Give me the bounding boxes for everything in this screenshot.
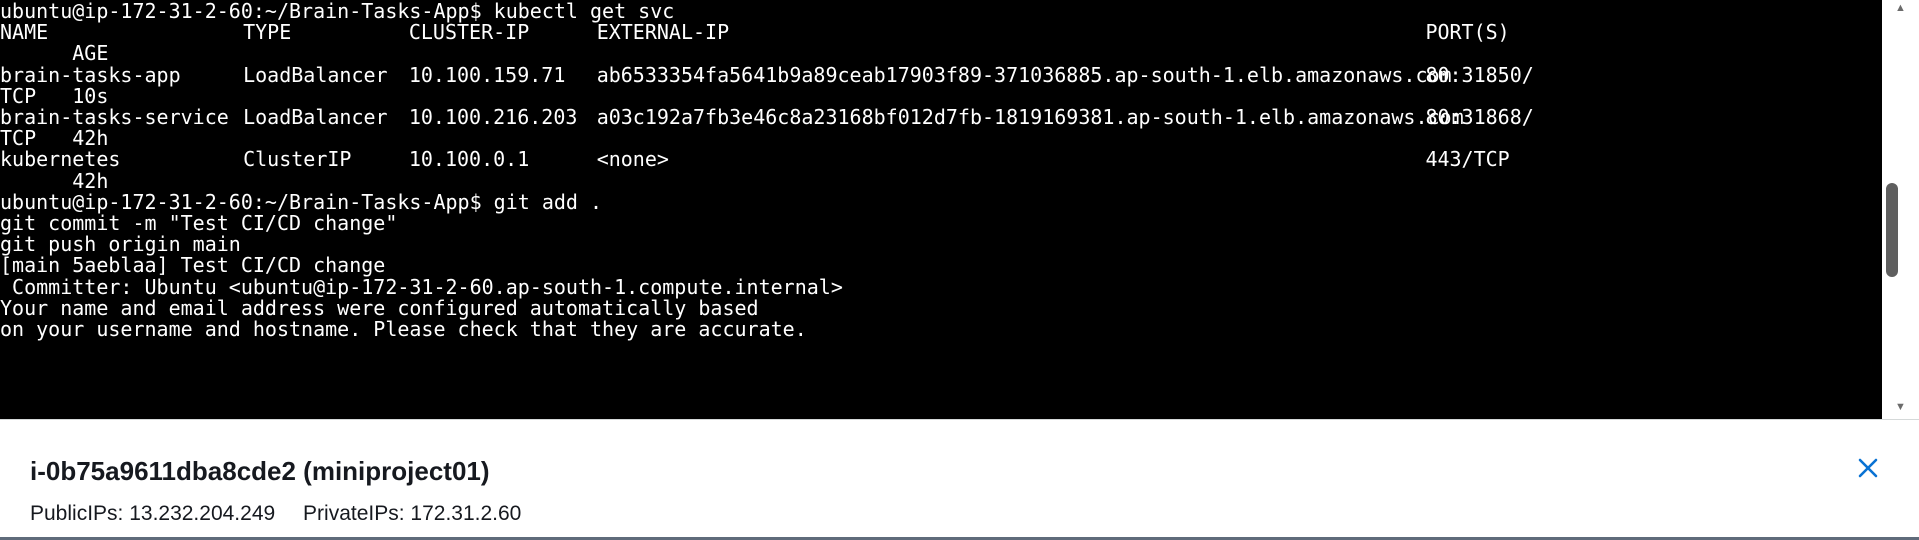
scrollbar-thumb[interactable] [1886,183,1898,277]
scroll-up-arrow-icon[interactable]: ▲ [1882,0,1919,16]
terminal-text: on your username and hostname. Please ch… [0,317,807,341]
terminal-window[interactable]: ubuntu@ip-172-31-2-60:~/Brain-Tasks-App$… [0,0,1882,419]
instance-ip-addresses: PublicIPs: 13.232.204.249 PrivateIPs: 17… [30,502,543,526]
close-button[interactable] [1850,450,1886,486]
private-ips: PrivateIPs: 172.31.2.60 [303,502,522,525]
instance-info-panel: i-0b75a9611dba8cde2 (miniproject01) Publ… [0,419,1919,540]
scroll-down-arrow-icon[interactable]: ▼ [1882,399,1919,415]
instance-title: i-0b75a9611dba8cde2 (miniproject01) [30,456,490,486]
public-ips: PublicIPs: 13.232.204.249 [30,502,276,525]
close-icon [1858,458,1878,478]
terminal-line: on your username and hostname. Please ch… [0,316,1882,342]
